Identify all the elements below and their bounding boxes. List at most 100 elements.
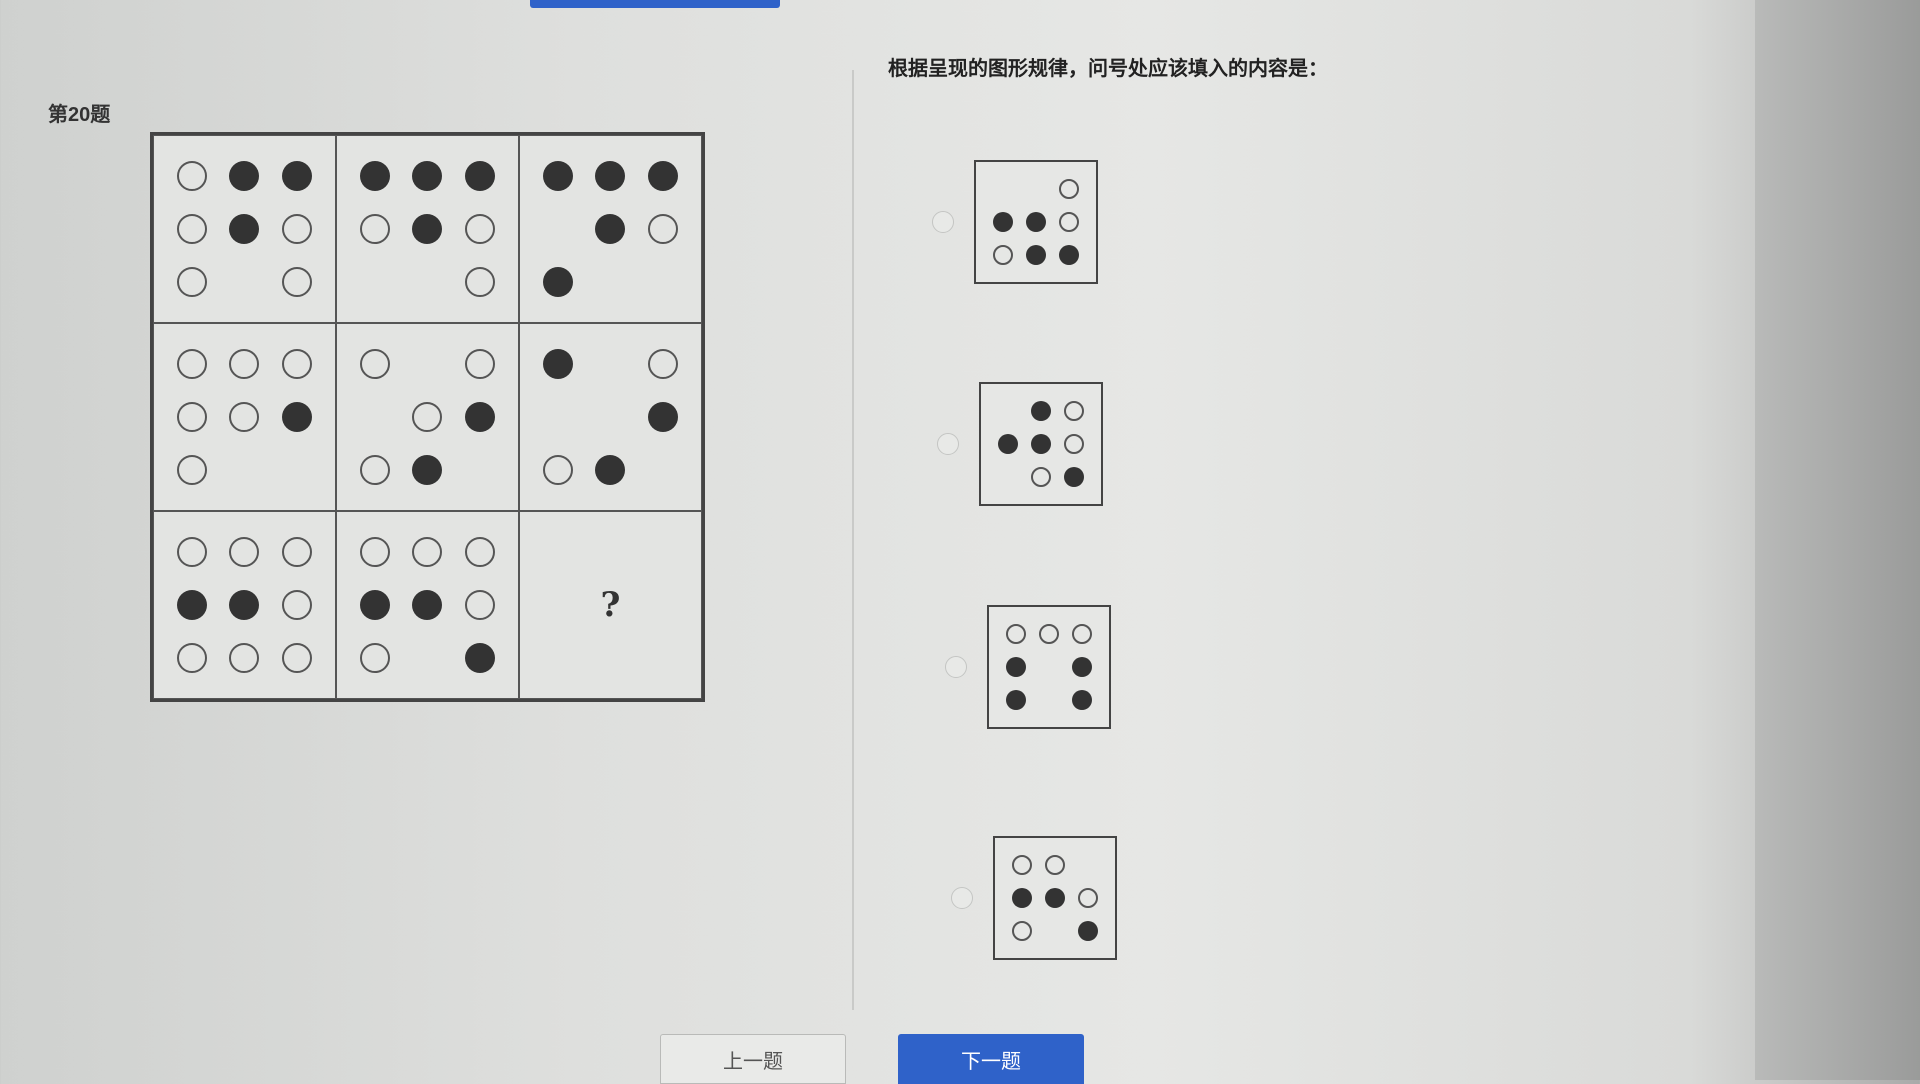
- option-2-radio[interactable]: [937, 433, 959, 455]
- hollow-circle: [229, 642, 260, 673]
- filled-circle: [464, 642, 495, 673]
- hollow-circle: [647, 213, 678, 244]
- matrix-cell-slot: [166, 255, 218, 308]
- matrix-cell-slot: [166, 203, 218, 256]
- matrix-cell-slot: [532, 255, 584, 308]
- matrix-cell-slot: [454, 443, 506, 496]
- matrix-cell: [336, 323, 519, 511]
- matrix-cell-slot: [532, 443, 584, 496]
- option-figure-slot: [999, 684, 1032, 717]
- matrix-cell-slot: [218, 443, 270, 496]
- hollow-circle: [177, 537, 208, 568]
- option-figure-slot: [1024, 427, 1057, 460]
- option-1[interactable]: [932, 160, 1098, 284]
- matrix-cell-slot: [349, 526, 401, 579]
- matrix-cell-slot: [454, 338, 506, 391]
- matrix-cell-slot: [584, 443, 636, 496]
- next-question-button[interactable]: 下一题: [898, 1034, 1084, 1084]
- puzzle-matrix: ?: [150, 132, 705, 702]
- hollow-circle: [543, 454, 574, 485]
- option-figure-slot: [1066, 650, 1099, 683]
- option-figure-slot: [1053, 172, 1086, 205]
- matrix-cell-slot: [166, 443, 218, 496]
- matrix-cell-slot: [584, 391, 636, 444]
- filled-circle: [595, 213, 626, 244]
- matrix-cell-slot: [349, 203, 401, 256]
- option-figure-slot: [986, 205, 1019, 238]
- option-3-radio[interactable]: [945, 656, 967, 678]
- filled-circle: [543, 349, 574, 380]
- option-figure-slot: [999, 650, 1032, 683]
- filled-circle: [1044, 887, 1065, 908]
- option-figure-slot: [1066, 684, 1099, 717]
- matrix-cell-slot: [349, 443, 401, 496]
- filled-circle: [1059, 245, 1080, 266]
- matrix-cell-slot: [218, 338, 270, 391]
- matrix-cell-slot: [271, 255, 323, 308]
- matrix-cell-slot: [271, 631, 323, 684]
- matrix-cell-slot: [401, 338, 453, 391]
- matrix-cell: [336, 511, 519, 699]
- filled-circle: [229, 213, 260, 244]
- hollow-circle: [464, 213, 495, 244]
- option-figure-slot: [1019, 172, 1052, 205]
- hollow-circle: [281, 213, 312, 244]
- option-2[interactable]: [937, 382, 1103, 506]
- matrix-cell-slot: [532, 203, 584, 256]
- option-figure-slot: [1032, 617, 1065, 650]
- hollow-circle: [229, 537, 260, 568]
- hollow-circle: [281, 537, 312, 568]
- matrix-cell-slot: [271, 338, 323, 391]
- option-figure-slot: [1024, 461, 1057, 494]
- matrix-cell-slot: [454, 203, 506, 256]
- top-progress-bar: [530, 0, 780, 8]
- option-2-figure[interactable]: [979, 382, 1103, 506]
- filled-circle: [543, 266, 574, 297]
- matrix-cell-slot: [637, 391, 689, 444]
- option-4-figure[interactable]: [993, 836, 1117, 960]
- option-figure-slot: [1058, 427, 1091, 460]
- filled-circle: [412, 161, 443, 192]
- matrix-cell-slot: [166, 579, 218, 632]
- matrix-cell-slot: [271, 443, 323, 496]
- hollow-circle: [992, 245, 1013, 266]
- option-figure-slot: [1072, 915, 1105, 948]
- matrix-cell-slot: [454, 579, 506, 632]
- filled-circle: [1072, 690, 1093, 711]
- option-4[interactable]: [951, 836, 1117, 960]
- hollow-circle: [360, 213, 391, 244]
- option-figure-slot: [1032, 650, 1065, 683]
- prev-question-button[interactable]: 上一题: [660, 1034, 846, 1084]
- matrix-cell-slot: [637, 338, 689, 391]
- matrix-cell-slot: [271, 150, 323, 203]
- option-1-radio[interactable]: [932, 211, 954, 233]
- matrix-cell-slot: [401, 526, 453, 579]
- option-1-figure[interactable]: [974, 160, 1098, 284]
- option-3-figure[interactable]: [987, 605, 1111, 729]
- option-figure-slot: [1038, 915, 1071, 948]
- filled-circle: [281, 401, 312, 432]
- matrix-cell-slot: [584, 255, 636, 308]
- filled-circle: [412, 454, 443, 485]
- hollow-circle: [412, 537, 443, 568]
- filled-circle: [1005, 656, 1026, 677]
- hollow-circle: [177, 213, 208, 244]
- filled-circle: [281, 161, 312, 192]
- matrix-cell-slot: [401, 391, 453, 444]
- option-figure-slot: [1024, 394, 1057, 427]
- option-figure-slot: [986, 239, 1019, 272]
- matrix-cell-slot: [218, 391, 270, 444]
- hollow-circle: [229, 401, 260, 432]
- hollow-circle: [360, 642, 391, 673]
- filled-circle: [1030, 400, 1051, 421]
- option-figure-slot: [1072, 848, 1105, 881]
- question-prompt: 根据呈现的图形规律，问号处应该填入的内容是：: [888, 58, 1328, 80]
- option-figure-slot: [986, 172, 1019, 205]
- hollow-circle: [1044, 854, 1065, 875]
- option-figure-slot: [999, 617, 1032, 650]
- option-4-radio[interactable]: [951, 887, 973, 909]
- matrix-cell-slot: [584, 150, 636, 203]
- hollow-circle: [281, 266, 312, 297]
- hollow-circle: [412, 401, 443, 432]
- option-3[interactable]: [945, 605, 1111, 729]
